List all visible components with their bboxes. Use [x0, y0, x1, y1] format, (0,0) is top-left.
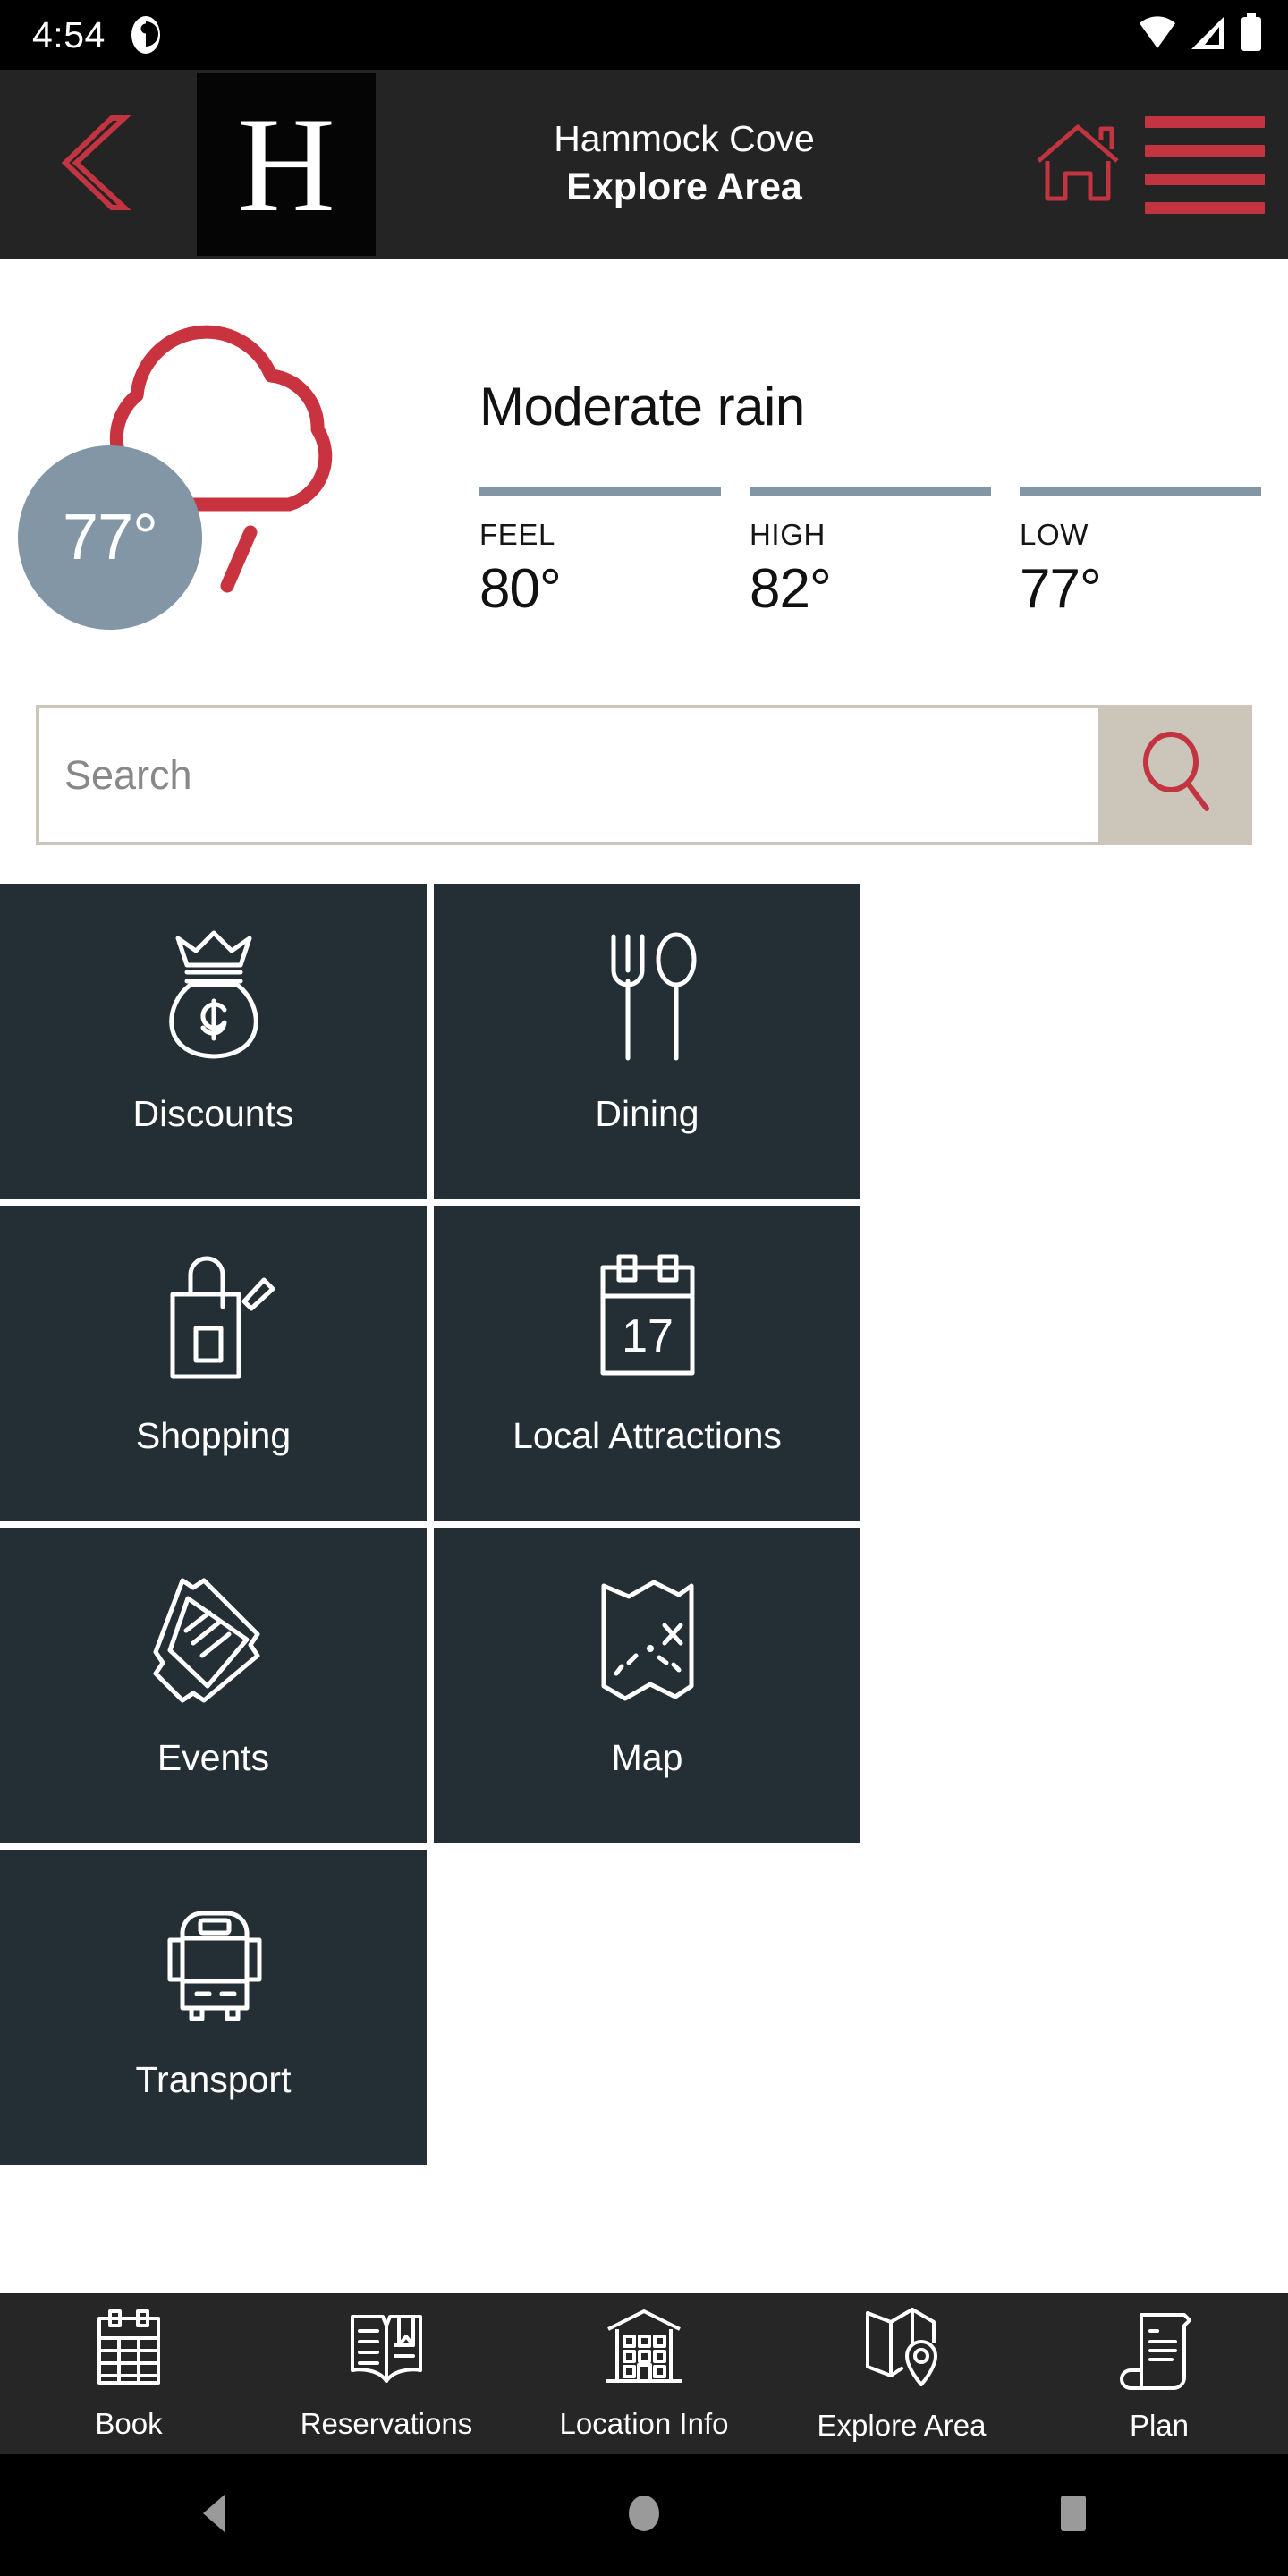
tile-label: Map [611, 1737, 683, 1778]
wifi-icon [1138, 15, 1177, 55]
weather-condition: Moderate rain [479, 377, 805, 436]
metric-divider [479, 487, 721, 496]
weather-metric-low: LOW 77° [1020, 487, 1261, 621]
tile-label: Dining [595, 1093, 699, 1134]
magnifier-icon [1137, 732, 1214, 818]
weather-metrics: FEEL 80° HIGH 82° LOW 77° [479, 487, 1267, 621]
nav-item-explore-area[interactable]: Explore Area [773, 2306, 1030, 2443]
tile-label: Transport [135, 2059, 292, 2100]
cell-signal-icon [1190, 15, 1227, 55]
search-field-wrapper[interactable] [39, 708, 1098, 842]
weather-metric-feel: FEEL 80° [479, 487, 721, 621]
metric-divider [1020, 487, 1261, 496]
shopping-bag-tag-icon [151, 1252, 276, 1385]
search-button[interactable] [1098, 705, 1252, 845]
metric-value: 82° [750, 558, 832, 620]
metric-label: FEEL [479, 518, 555, 551]
android-home-button[interactable] [564, 2454, 724, 2576]
folded-map-pin-icon [860, 2306, 943, 2396]
android-back-button[interactable] [134, 2454, 295, 2576]
tile-events[interactable]: Events [0, 1528, 427, 1843]
money-bag-crown-icon [151, 930, 276, 1063]
notification-dot-icon [127, 14, 165, 55]
calendar-17-icon: 17 [585, 1252, 710, 1385]
tile-transport[interactable]: Transport [0, 1850, 427, 2165]
calendar-grid-icon [90, 2308, 167, 2394]
scroll-document-icon [1118, 2306, 1200, 2396]
weather-details: Moderate rain FEEL 80° HIGH 82° LOW 77° [479, 259, 1267, 621]
home-button[interactable] [1011, 122, 1145, 208]
calendar-day-number: 17 [622, 1310, 674, 1362]
app-screen: 4:54 H Hammock Cove Explore Area 77° Mod… [0, 0, 1288, 2576]
tile-map[interactable]: Map [434, 1528, 860, 1843]
tickets-icon [147, 1574, 281, 1707]
nav-item-reservations[interactable]: Reservations [258, 2308, 515, 2441]
category-grid: Discounts Dining Shopping 17 Local Attra… [0, 884, 1288, 2165]
bus-icon [147, 1896, 281, 2029]
open-book-bookmark-icon [345, 2308, 428, 2394]
nav-item-location-info[interactable]: Location Info [515, 2308, 773, 2441]
tile-shopping[interactable]: Shopping [0, 1206, 427, 1521]
tile-dining[interactable]: Dining [434, 884, 860, 1199]
tile-label: Discounts [132, 1093, 294, 1134]
property-logo[interactable]: H [197, 73, 376, 256]
battery-full-icon [1240, 13, 1263, 57]
status-bar-indicators [1138, 13, 1263, 57]
home-icon [1035, 122, 1121, 208]
android-recents-square-icon [1049, 2489, 1097, 2542]
nav-item-plan[interactable]: Plan [1030, 2306, 1288, 2443]
treasure-map-x-icon [589, 1574, 706, 1707]
tile-discounts[interactable]: Discounts [0, 884, 427, 1199]
android-navigation-bar [0, 2454, 1288, 2576]
nav-label: Location Info [559, 2406, 729, 2440]
hamburger-menu-icon [1145, 115, 1265, 128]
system-status-bar: 4:54 [0, 0, 1288, 70]
android-back-triangle-icon [191, 2489, 239, 2542]
building-icon [603, 2308, 685, 2394]
fork-spoon-icon [594, 930, 701, 1063]
hamburger-menu-button[interactable] [1145, 115, 1288, 214]
hamburger-bar [1145, 173, 1265, 185]
weather-metric-high: HIGH 82° [750, 487, 991, 621]
search-bar [36, 705, 1252, 845]
bottom-navigation-bar: Book Reservations Location Info Explore … [0, 2293, 1288, 2454]
current-temperature-badge: 77° [18, 445, 202, 630]
metric-label: HIGH [750, 518, 826, 551]
back-button[interactable] [0, 70, 197, 259]
metric-value: 77° [1020, 558, 1102, 620]
hamburger-bar [1145, 201, 1265, 214]
metric-value: 80° [479, 558, 562, 620]
logo-letter: H [237, 89, 335, 240]
metric-divider [750, 487, 991, 496]
page-title: Explore Area [566, 165, 802, 208]
app-header-bar: H Hammock Cove Explore Area [0, 70, 1288, 259]
android-home-circle-icon [620, 2489, 668, 2542]
metric-label: LOW [1020, 518, 1089, 551]
chevron-left-icon [60, 113, 137, 217]
nav-label: Plan [1129, 2408, 1190, 2442]
weather-panel: 77° Moderate rain FEEL 80° HIGH 82° LOW [0, 259, 1288, 689]
nav-item-book[interactable]: Book [0, 2308, 258, 2441]
search-input[interactable] [39, 708, 1098, 842]
nav-label: Explore Area [817, 2408, 987, 2442]
status-bar-clock: 4:54 [32, 13, 106, 55]
tile-label: Shopping [135, 1415, 292, 1456]
property-name: Hammock Cove [554, 118, 815, 160]
nav-label: Reservations [300, 2406, 473, 2440]
android-recents-button[interactable] [993, 2454, 1154, 2576]
tile-label: Local Attractions [513, 1415, 782, 1456]
tile-label: Events [157, 1737, 270, 1778]
current-temperature: 77° [63, 502, 158, 573]
nav-label: Book [95, 2406, 163, 2440]
tile-local-attractions[interactable]: 17 Local Attractions [434, 1206, 860, 1521]
hamburger-bar [1145, 144, 1265, 157]
header-titles: Hammock Cove Explore Area [376, 116, 1011, 212]
